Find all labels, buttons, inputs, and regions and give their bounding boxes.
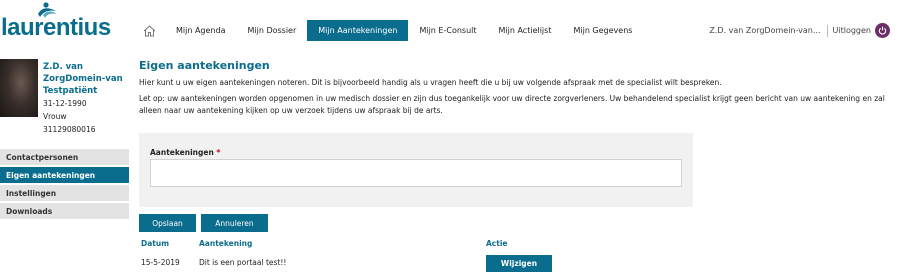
main-navigation: Mijn Agenda Mijn Dossier Mijn Aantekenin… (138, 20, 643, 41)
power-icon[interactable] (875, 23, 890, 38)
patient-name: Z.D. van ZorgDomein-van Testpatiënt (43, 62, 123, 96)
user-name[interactable]: Z.D. van ZorgDomein-van... (709, 26, 820, 35)
column-header-action: Actie (486, 239, 508, 248)
notes-label-text: Aantekeningen (150, 148, 214, 157)
user-area: Z.D. van ZorgDomein-van... Uitloggen (709, 20, 890, 41)
sidebar: Z.D. van ZorgDomein-van Testpatiënt 31-1… (0, 59, 129, 219)
sidebar-item-eigen-aantekeningen[interactable]: Eigen aantekeningen (0, 167, 129, 183)
patient-gender: Vrouw (43, 112, 67, 121)
column-header-note: Aantekening (199, 239, 253, 248)
patient-number: 31129080016 (43, 125, 96, 134)
logout-link[interactable]: Uitloggen (833, 26, 871, 35)
notice-text: Let op: uw aantekeningen worden opgenome… (139, 94, 885, 115)
nav-mijn-aantekeningen[interactable]: Mijn Aantekeningen (307, 20, 409, 41)
notes-label: Aantekeningen * (150, 148, 220, 157)
nav-mijn-gegevens[interactable]: Mijn Gegevens (562, 20, 643, 41)
row-note: Dit is een portaal test!! (199, 258, 287, 267)
sidebar-item-downloads[interactable]: Downloads (0, 203, 129, 219)
patient-birthdate: 31-12-1990 (43, 99, 87, 108)
notes-input[interactable] (150, 159, 682, 187)
save-button[interactable]: Opslaan (139, 214, 196, 232)
sidebar-menu: Contactpersonen Eigen aantekeningen Inst… (0, 149, 129, 221)
main-content: Eigen aantekeningen Hier kunt u uw eigen… (139, 59, 891, 272)
home-icon (143, 24, 156, 36)
edit-button[interactable]: Wijzigen (486, 255, 552, 272)
page-title: Eigen aantekeningen (139, 59, 270, 72)
sidebar-item-contactpersonen[interactable]: Contactpersonen (0, 149, 129, 165)
nav-mijn-agenda[interactable]: Mijn Agenda (165, 20, 236, 41)
sidebar-item-instellingen[interactable]: Instellingen (0, 185, 129, 201)
cancel-button[interactable]: Annuleren (201, 214, 268, 232)
logo[interactable]: laurentius (0, 0, 111, 41)
nav-mijn-dossier[interactable]: Mijn Dossier (236, 20, 307, 41)
notes-form: Aantekeningen * (139, 133, 693, 207)
row-date: 15-5-2019 (141, 258, 180, 267)
home-button[interactable] (138, 20, 161, 41)
required-mark: * (216, 148, 221, 157)
logo-text: laurentius (1, 14, 111, 41)
column-header-date: Datum (141, 239, 170, 248)
nav-mijn-e-consult[interactable]: Mijn E-Consult (408, 20, 487, 41)
patient-photo (0, 59, 38, 117)
divider (826, 24, 828, 37)
patient-card: Z.D. van ZorgDomein-van Testpatiënt 31-1… (0, 59, 129, 137)
nav-mijn-actielijst[interactable]: Mijn Actielijst (488, 20, 563, 41)
intro-text: Hier kunt u uw eigen aantekeningen noter… (139, 78, 722, 87)
